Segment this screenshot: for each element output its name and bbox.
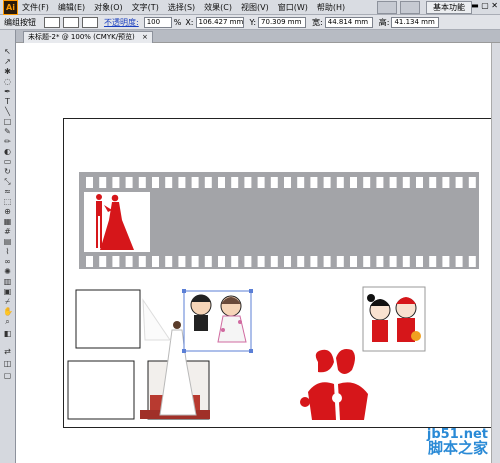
film-hole bbox=[244, 256, 252, 267]
film-hole bbox=[389, 177, 397, 188]
film-hole bbox=[442, 177, 450, 188]
watermark-site-name: 脚本之家 bbox=[427, 439, 488, 458]
film-hole bbox=[86, 177, 93, 188]
film-hole bbox=[284, 177, 291, 188]
film-hole bbox=[323, 256, 331, 267]
film-strip[interactable] bbox=[79, 172, 479, 269]
film-hole bbox=[204, 256, 212, 267]
film-hole bbox=[112, 256, 120, 267]
film-hole bbox=[350, 256, 357, 267]
film-hole bbox=[178, 177, 186, 188]
film-hole bbox=[402, 256, 410, 267]
film-hole bbox=[350, 177, 357, 188]
film-hole bbox=[138, 256, 146, 267]
film-hole bbox=[231, 256, 239, 267]
artwork-layer bbox=[67, 172, 479, 420]
papercut-couple-image[interactable] bbox=[300, 349, 368, 420]
film-hole bbox=[99, 177, 107, 188]
film-hole bbox=[336, 256, 344, 267]
film-hole bbox=[455, 177, 463, 188]
film-hole bbox=[297, 256, 305, 267]
film-hole bbox=[152, 256, 159, 267]
film-hole bbox=[442, 256, 450, 267]
film-hole bbox=[86, 256, 93, 267]
film-hole bbox=[191, 256, 199, 267]
film-hole bbox=[99, 256, 107, 267]
film-hole bbox=[244, 177, 252, 188]
film-hole bbox=[284, 256, 291, 267]
film-hole bbox=[165, 177, 173, 188]
film-hole bbox=[270, 256, 278, 267]
film-hole bbox=[125, 177, 133, 188]
film-hole bbox=[376, 177, 384, 188]
film-hole bbox=[297, 177, 305, 188]
empty-photo-frame-2 bbox=[67, 360, 135, 420]
film-hole bbox=[402, 177, 410, 188]
empty-photo-frame-1 bbox=[75, 289, 141, 349]
film-hole bbox=[363, 256, 371, 267]
cartoon-couple-image[interactable] bbox=[182, 289, 253, 353]
film-hole bbox=[270, 177, 278, 188]
film-hole bbox=[231, 177, 239, 188]
film-hole bbox=[138, 177, 146, 188]
site-watermark: jb51.net 脚本之家 bbox=[427, 427, 488, 458]
film-hole bbox=[336, 177, 344, 188]
film-hole bbox=[125, 256, 133, 267]
film-hole bbox=[112, 177, 120, 188]
film-hole bbox=[165, 256, 173, 267]
film-hole bbox=[429, 177, 437, 188]
film-hole bbox=[468, 256, 476, 267]
film-hole bbox=[416, 177, 423, 188]
film-hole bbox=[257, 177, 265, 188]
film-hole bbox=[468, 177, 476, 188]
film-hole bbox=[204, 177, 212, 188]
film-hole bbox=[257, 256, 265, 267]
vertical-scrollbar[interactable] bbox=[491, 43, 500, 463]
film-hole bbox=[310, 177, 318, 188]
film-hole bbox=[363, 177, 371, 188]
film-hole bbox=[416, 256, 423, 267]
film-hole bbox=[178, 256, 186, 267]
film-hole bbox=[152, 177, 159, 188]
film-hole bbox=[389, 256, 397, 267]
film-hole bbox=[429, 256, 437, 267]
film-hole bbox=[191, 177, 199, 188]
film-hole bbox=[323, 177, 331, 188]
film-hole bbox=[455, 256, 463, 267]
film-hole bbox=[218, 177, 225, 188]
film-hole bbox=[310, 256, 318, 267]
film-hole bbox=[218, 256, 225, 267]
chinese-kids-image[interactable] bbox=[362, 286, 426, 352]
film-hole bbox=[376, 256, 384, 267]
